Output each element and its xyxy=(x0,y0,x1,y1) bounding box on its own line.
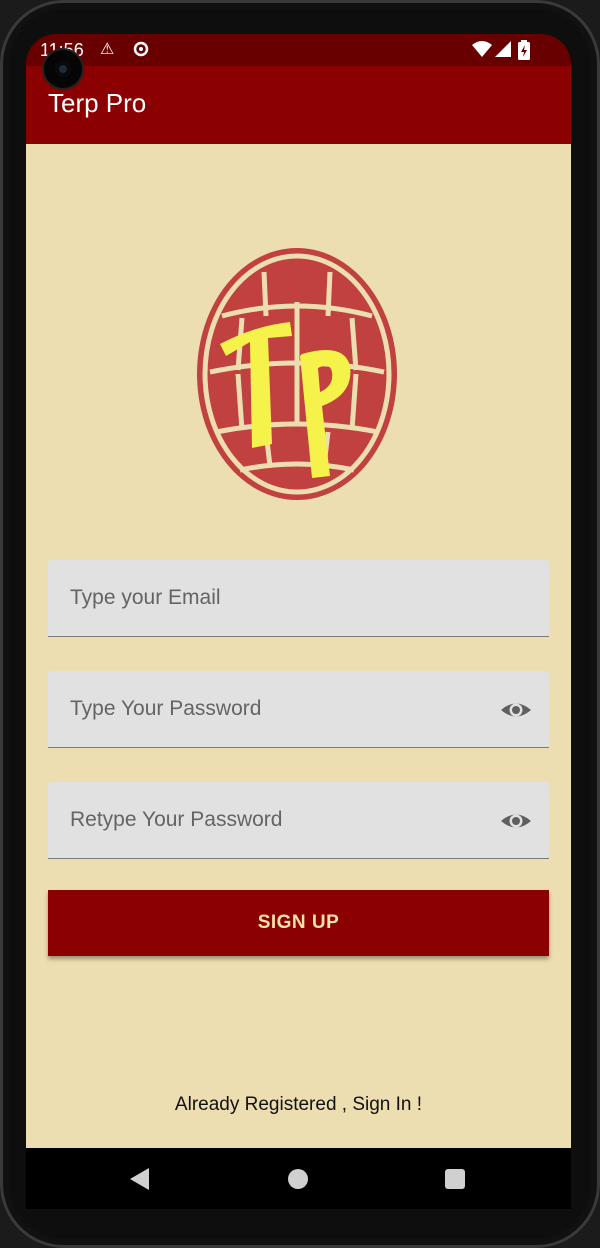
password-field[interactable]: Type Your Password xyxy=(48,671,549,748)
battery-icon xyxy=(518,40,530,66)
app-title: Terp Pro xyxy=(48,88,147,118)
back-icon[interactable] xyxy=(130,1168,149,1190)
eye-icon[interactable] xyxy=(499,804,533,838)
front-camera xyxy=(44,50,82,88)
recents-icon[interactable] xyxy=(445,1169,465,1189)
email-placeholder: Type your Email xyxy=(70,586,221,609)
password-placeholder: Type Your Password xyxy=(70,697,262,720)
email-field[interactable]: Type your Email xyxy=(48,560,549,637)
signup-button[interactable]: SIGN UP xyxy=(48,890,549,956)
retype-password-field[interactable]: Retype Your Password xyxy=(48,782,549,859)
signal-icon xyxy=(494,40,512,64)
signin-link[interactable]: Already Registered , Sign In ! xyxy=(26,1094,571,1116)
sync-icon xyxy=(132,40,150,64)
home-icon[interactable] xyxy=(288,1169,308,1189)
warning-icon: ⚠ xyxy=(100,41,115,58)
wifi-icon xyxy=(472,40,492,64)
retype-password-placeholder: Retype Your Password xyxy=(70,808,283,831)
signup-form: Type your Email Type Your Password Retyp… xyxy=(26,144,571,1148)
status-bar: 11:56 ⚠ xyxy=(26,34,571,66)
app-bar: Terp Pro xyxy=(26,66,571,144)
screen: 11:56 ⚠ Terp Pro xyxy=(26,34,571,1209)
turtle-shell-logo xyxy=(197,248,397,500)
navigation-bar xyxy=(26,1148,571,1209)
eye-icon[interactable] xyxy=(499,693,533,727)
